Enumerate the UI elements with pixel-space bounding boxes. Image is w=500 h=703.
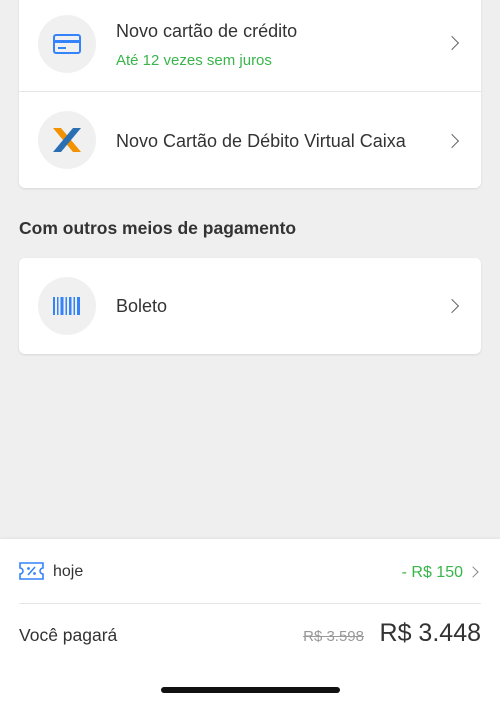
section-title-other-methods: Com outros meios de pagamento <box>19 218 297 238</box>
old-price: R$ 3.598 <box>303 628 364 645</box>
credit-card-title: Novo cartão de crédito <box>116 21 298 41</box>
credit-card-icon-circle <box>38 15 96 73</box>
caixa-debit-card-option[interactable]: Novo Cartão de Débito Virtual Caixa <box>19 92 481 188</box>
payment-summary-footer: hoje - R$ 150 Você pagará R$ 3.598 R$ 3.… <box>0 539 500 703</box>
coupon-icon <box>19 562 44 580</box>
home-indicator[interactable] <box>161 687 340 693</box>
divider <box>19 603 481 604</box>
barcode-icon-circle <box>38 277 96 335</box>
barcode-icon <box>53 297 80 315</box>
card-payment-options: Novo cartão de crédito Até 12 vezes sem … <box>19 0 481 188</box>
coupon-label: hoje <box>53 563 84 580</box>
chevron-right-icon[interactable] <box>467 566 479 578</box>
chevron-right-icon <box>444 133 460 149</box>
discount-amount[interactable]: - R$ 150 <box>402 564 463 582</box>
total-price: R$ 3.448 <box>379 619 481 647</box>
chevron-right-icon <box>444 35 460 51</box>
boleto-option[interactable]: Boleto <box>19 258 481 354</box>
credit-card-subtitle: Até 12 vezes sem juros <box>116 52 272 69</box>
total-label: Você pagará <box>19 625 118 645</box>
chevron-right-icon <box>444 298 460 314</box>
caixa-logo-icon <box>53 128 81 152</box>
new-credit-card-option[interactable]: Novo cartão de crédito Até 12 vezes sem … <box>19 0 481 92</box>
caixa-icon-circle <box>38 111 96 169</box>
caixa-debit-title: Novo Cartão de Débito Virtual Caixa <box>116 131 406 151</box>
credit-card-icon <box>53 34 81 54</box>
boleto-title: Boleto <box>116 296 168 316</box>
